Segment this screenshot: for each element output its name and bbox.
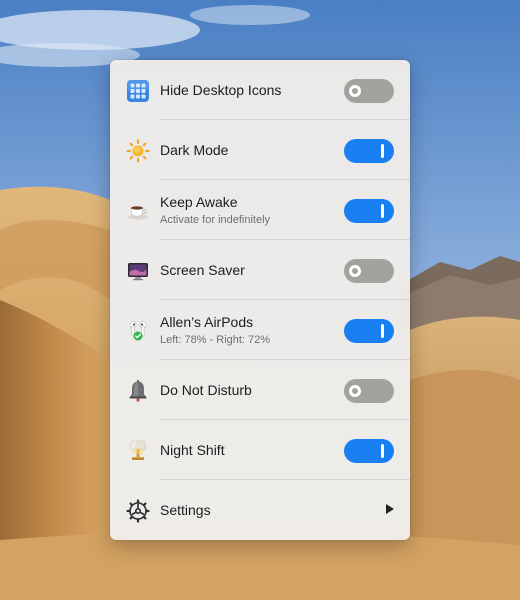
lamp-icon — [129, 440, 147, 460]
menu-item-title: Allen’s AirPods — [160, 313, 254, 330]
hide-desktop-icons-toggle[interactable] — [344, 79, 394, 103]
menu-item-title: Keep Awake — [160, 193, 238, 210]
menu-item-screen-saver[interactable]: Screen Saver — [110, 240, 410, 300]
menu-item-title: Settings — [160, 501, 211, 518]
menu-item-text: Dark Mode — [160, 120, 228, 180]
screen-saver-toggle[interactable] — [344, 259, 394, 283]
airpods-toggle[interactable] — [344, 319, 394, 343]
toggle-knob — [381, 204, 384, 218]
menu-item-subtitle: Activate for indefinitely — [160, 213, 271, 226]
menu-item-title: Night Shift — [160, 441, 225, 458]
toggle-knob — [381, 444, 384, 458]
menu-item-title: Do Not Disturb — [160, 381, 252, 398]
menu-item-dark-mode[interactable]: Dark Mode — [110, 120, 410, 180]
menu-item-title: Hide Desktop Icons — [160, 81, 282, 98]
menu-item-text: Screen Saver — [160, 240, 245, 300]
toggle-knob — [349, 85, 361, 97]
menu-item-title: Dark Mode — [160, 141, 229, 158]
keep-awake-toggle[interactable] — [344, 199, 394, 223]
sun-icon — [126, 139, 150, 163]
battery-levels: Left: 78% - Right: 72% — [160, 333, 271, 346]
menu-item-title: Screen Saver — [160, 261, 245, 278]
menu-item-text: Settings — [160, 480, 211, 540]
menu-item-text: Night Shift — [160, 420, 225, 480]
monitor-icon — [128, 263, 148, 281]
bell-icon — [129, 380, 147, 402]
menu-item-hide-desktop-icons[interactable]: Hide Desktop Icons — [110, 60, 410, 120]
menu-item-text: Allen’s AirPods Left: 78% - Right: 72% — [160, 300, 270, 360]
night-shift-toggle[interactable] — [344, 439, 394, 463]
toggle-knob — [381, 144, 384, 158]
menu-item-night-shift[interactable]: Night Shift — [110, 420, 410, 480]
dark-mode-toggle[interactable] — [344, 139, 394, 163]
menu-item-text: Keep Awake Activate for indefinitely — [160, 180, 270, 240]
toggle-knob — [381, 324, 384, 338]
gear-icon — [126, 499, 150, 523]
menu-item-text: Do Not Disturb — [160, 360, 252, 420]
coffee-cup-icon — [128, 206, 148, 220]
grid-apps-icon — [127, 80, 149, 102]
submenu-arrow-icon[interactable] — [386, 504, 394, 514]
menu-item-keep-awake[interactable]: Keep Awake Activate for indefinitely — [110, 180, 410, 240]
toggle-knob — [349, 265, 361, 277]
menu-item-do-not-disturb[interactable]: Do Not Disturb — [110, 360, 410, 420]
desktop-wallpaper: Hide Desktop Icons Dark Mode Keep Awake … — [0, 0, 520, 600]
menu-item-settings[interactable]: Settings — [110, 480, 410, 540]
menu-item-text: Hide Desktop Icons — [160, 60, 281, 120]
quick-actions-menu: Hide Desktop Icons Dark Mode Keep Awake … — [110, 60, 410, 540]
toggle-knob — [349, 385, 361, 397]
airpods-icon — [129, 321, 147, 341]
do-not-disturb-toggle[interactable] — [344, 379, 394, 403]
menu-item-airpods[interactable]: Allen’s AirPods Left: 78% - Right: 72% — [110, 300, 410, 360]
